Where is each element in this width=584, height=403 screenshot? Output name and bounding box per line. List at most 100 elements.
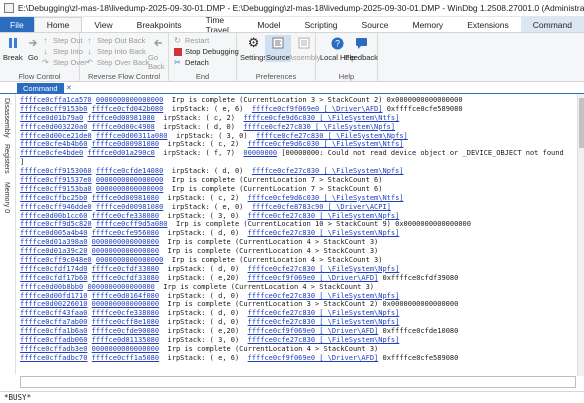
thread-address-link[interactable]: ffffce0d00981080 bbox=[92, 140, 159, 148]
device-object-link[interactable]: ffffce0cfe27c830 [ \FileSystem\Npfs] bbox=[248, 212, 400, 220]
tab-breakpoints[interactable]: Breakpoints bbox=[125, 17, 194, 32]
irp-address-link[interactable]: ffffce0cffa1b6a0 bbox=[20, 327, 87, 335]
close-icon[interactable]: ✕ bbox=[66, 84, 72, 92]
thread-address-link[interactable]: ffffce0cfde90080 bbox=[92, 327, 159, 335]
thread-address-link[interactable]: ffffce0cfdf33080 bbox=[92, 265, 159, 273]
device-object-link[interactable]: ffffce0cf9f069e0 [ \Driver\AFD] bbox=[248, 354, 379, 362]
thread-address-link[interactable]: ffffce0cff1a5080 bbox=[92, 354, 159, 362]
irp-address-link[interactable]: ffffce0d01b79a0 bbox=[20, 114, 83, 122]
device-object-link[interactable]: ffffce0cfe27c830 [ \FileSystem\Npfs] bbox=[252, 167, 404, 175]
tab-file[interactable]: File bbox=[0, 17, 34, 32]
vertical-scrollbar[interactable] bbox=[577, 94, 584, 376]
thread-address-link[interactable]: ffffce0d01135080 bbox=[92, 336, 159, 344]
tab-home[interactable]: Home bbox=[33, 17, 83, 32]
tab-command[interactable]: Command bbox=[520, 17, 584, 32]
tab-memory[interactable]: Memory bbox=[400, 17, 455, 32]
thread-address-link[interactable]: 0000000000000000 bbox=[96, 96, 163, 104]
sidebar-tab-memory[interactable]: Memory 0 bbox=[3, 182, 10, 213]
irp-address-link[interactable]: ffffce0cffa7ab00 bbox=[20, 318, 87, 326]
irp-address-link[interactable]: ffffce0cfe4bde0 bbox=[20, 149, 83, 157]
detach-button[interactable]: ✂ Detach bbox=[173, 58, 209, 67]
irp-address-link[interactable]: ffffce0d00ce21de0 bbox=[20, 132, 92, 140]
thread-address-link[interactable]: ffffce0cfe338080 bbox=[92, 212, 159, 220]
thread-address-link[interactable]: ffffce0d00311a080 bbox=[96, 132, 168, 140]
irp-address-link[interactable]: ffffce0cffadb060 bbox=[20, 336, 87, 344]
irp-address-link[interactable]: ffffce0cff9d5c820 bbox=[20, 220, 92, 228]
break-button[interactable]: Break bbox=[3, 35, 23, 62]
device-object-link[interactable]: ffffce0cfe27c830 [ \FileSystem\Npfs] bbox=[248, 292, 400, 300]
step-out-button[interactable]: ↑ Step Out bbox=[41, 36, 83, 45]
device-object-link[interactable]: ffffce0cfe27c830 [ \FileSystem\Npfs] bbox=[248, 229, 400, 237]
thread-address-link[interactable]: ffffce0cfd042b080 bbox=[92, 105, 164, 113]
irp-address-link[interactable]: ffffce0d01a398a0 bbox=[20, 238, 87, 246]
irp-address-link[interactable]: ffffce0d00b8bb0 bbox=[20, 283, 83, 291]
command-pane-tab[interactable]: Command bbox=[17, 83, 64, 94]
device-object-link[interactable]: 00000000 bbox=[243, 149, 277, 157]
irp-address-link[interactable]: ffffce0cff9153b0 bbox=[20, 105, 87, 113]
thread-address-link[interactable]: 0000000000000000 bbox=[92, 345, 159, 353]
go-button[interactable]: Go bbox=[25, 35, 41, 62]
thread-address-link[interactable]: ffffce0cfde14080 bbox=[96, 167, 163, 175]
thread-address-link[interactable]: ffffce0cff8e1080 bbox=[92, 318, 159, 326]
device-object-link[interactable]: ffffce0cf9f069e0 [ \Driver\AFD] bbox=[248, 327, 379, 335]
device-object-link[interactable]: ffffce0cfe27c830 [ \FileSystem\Npfs] bbox=[256, 132, 408, 140]
irp-address-link[interactable]: ffffce0d005a4b40 bbox=[20, 229, 87, 237]
irp-address-link[interactable]: ffffce0d00226010 bbox=[20, 300, 87, 308]
irp-address-link[interactable]: ffffce0cffadb3e0 bbox=[20, 345, 87, 353]
irp-address-link[interactable]: ffffce0cff9153ba0 bbox=[20, 185, 92, 193]
irp-address-link[interactable]: ffffce0cffadbc70 bbox=[20, 354, 87, 362]
thread-address-link[interactable]: 0000000000000000 bbox=[96, 256, 163, 264]
irp-address-link[interactable]: ffffce0d003220a0 bbox=[20, 123, 87, 131]
command-input[interactable] bbox=[20, 376, 576, 388]
thread-address-link[interactable]: ffffce0d01a290c0 bbox=[87, 149, 154, 157]
sidebar-tab-disassembly[interactable]: Disassembly bbox=[3, 98, 10, 138]
tab-scripting[interactable]: Scripting bbox=[292, 17, 349, 32]
device-object-link[interactable]: ffffce0cfe27c830 [ \FileSystem\Npfs] bbox=[248, 265, 400, 273]
thread-address-link[interactable]: ffffce0cff9d5a080 bbox=[96, 220, 168, 228]
thread-address-link[interactable]: 0000000000000000 bbox=[92, 238, 159, 246]
irp-address-link[interactable]: ffffce0d00fd1710 bbox=[20, 292, 87, 300]
device-object-link[interactable]: ffffce0cfe9d6c030 [ \FileSystem\Ntfs] bbox=[243, 114, 399, 122]
source-mode-button[interactable]: Source bbox=[265, 35, 291, 62]
thread-address-link[interactable]: ffffce0d00981080 bbox=[96, 203, 163, 211]
thread-address-link[interactable]: ffffce0cfe956080 bbox=[92, 229, 159, 237]
device-object-link[interactable]: ffffce0cfe9d6c030 [ \FileSystem\Ntfs] bbox=[248, 194, 404, 202]
device-object-link[interactable]: ffffce0cfe27c830 [ \FileSystem\Npfs] bbox=[248, 318, 400, 326]
device-object-link[interactable]: ffffce0cfe27c830 [ \FileSystem\Npfs] bbox=[248, 336, 400, 344]
irp-address-link[interactable]: ffffce0cfdf17b60 bbox=[20, 274, 87, 282]
device-object-link[interactable]: ffffce0cf9f069e0 [ \Driver\AFD] bbox=[248, 274, 379, 282]
thread-address-link[interactable]: ffffce0cfe338080 bbox=[92, 309, 159, 317]
stop-debugging-button[interactable]: Stop Debugging bbox=[173, 47, 239, 56]
irp-address-link[interactable]: ffffce0cff946dde0 bbox=[20, 203, 92, 211]
irp-address-link[interactable]: ffffce0d01a39c20 bbox=[20, 247, 87, 255]
thread-address-link[interactable]: 0000000000000000 bbox=[96, 185, 163, 193]
tab-model[interactable]: Model bbox=[245, 17, 292, 32]
thread-address-link[interactable]: 0000000000000000 bbox=[92, 247, 159, 255]
thread-address-link[interactable]: 0000000000000000 bbox=[92, 300, 159, 308]
irp-address-link[interactable]: ffffce0cff9153060 bbox=[20, 167, 92, 175]
step-into-button[interactable]: ↓ Step Into bbox=[41, 47, 84, 56]
step-into-back-button[interactable]: ↓ Step Into Back bbox=[85, 47, 146, 56]
tab-view[interactable]: View bbox=[82, 17, 124, 32]
device-object-link[interactable]: ffffce0cfe9d6c030 [ \FileSystem\Ntfs] bbox=[248, 140, 404, 148]
irp-address-link[interactable]: ffffce0d00b1cc60 bbox=[20, 212, 87, 220]
irp-address-link[interactable]: ffffce0cff43faa0 bbox=[20, 309, 87, 317]
settings-button[interactable]: ⚙ Settings bbox=[240, 35, 267, 62]
device-object-link[interactable]: ffffce0cfe27c830 [ \FileSystem\Npfs] bbox=[243, 123, 395, 131]
irp-address-link[interactable]: ffffce0cfdf174d0 bbox=[20, 265, 87, 273]
tab-time-travel[interactable]: Time Travel bbox=[194, 15, 246, 35]
tab-extensions[interactable]: Extensions bbox=[455, 17, 521, 32]
tab-source[interactable]: Source bbox=[350, 17, 401, 32]
sidebar-tab-registers[interactable]: Registers bbox=[3, 144, 10, 174]
go-back-button[interactable]: Go Back bbox=[148, 35, 168, 71]
thread-address-link[interactable]: ffffce0cfdf33080 bbox=[92, 274, 159, 282]
thread-address-link[interactable]: ffffce0d00981080 bbox=[87, 114, 154, 122]
irp-address-link[interactable]: ffffce0cffbc25b0 bbox=[20, 194, 87, 202]
thread-address-link[interactable]: ffffce0d00981080 bbox=[92, 194, 159, 202]
step-over-back-button[interactable]: ↶ Step Over Back bbox=[85, 58, 149, 67]
irp-address-link[interactable]: ffffce0cffa1ca570 bbox=[20, 96, 92, 104]
device-object-link[interactable]: ffffce0cf9f069e0 [ \Driver\AFD] bbox=[252, 105, 383, 113]
irp-address-link[interactable]: ffffce0cff9c048e0 bbox=[20, 256, 92, 264]
thread-address-link[interactable]: ffffce0d0164f080 bbox=[92, 292, 159, 300]
device-object-link[interactable]: ffffce0cfe27c830 [ \FileSystem\Npfs] bbox=[248, 309, 400, 317]
